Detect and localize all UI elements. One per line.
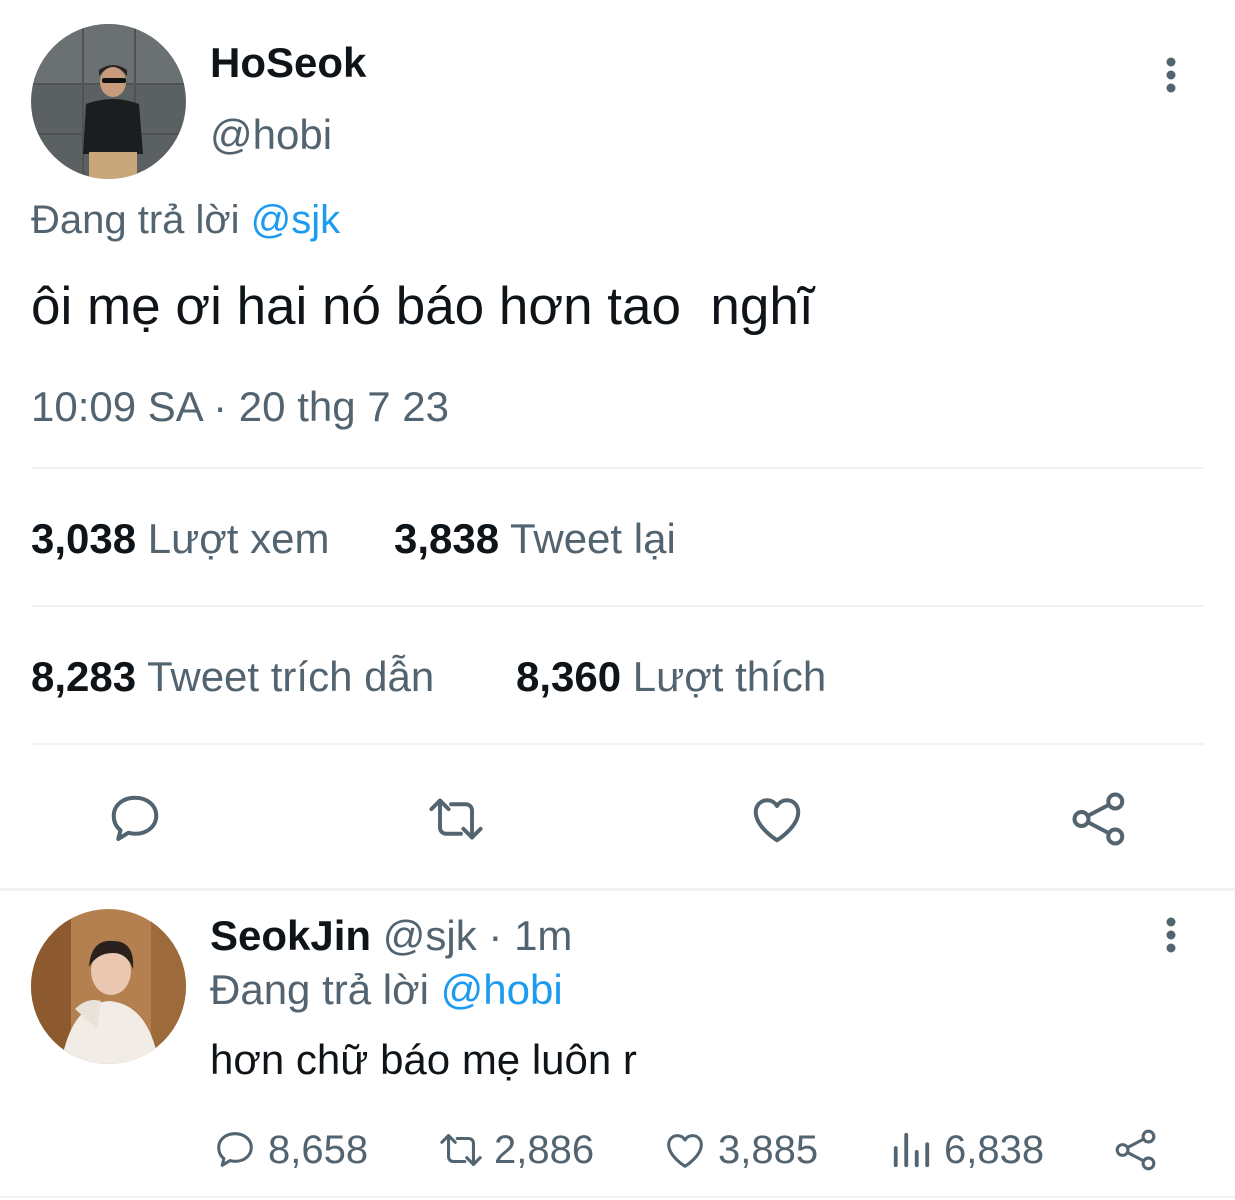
more-options-icon[interactable] [1160,56,1182,96]
reply-author-name[interactable]: SeokJin [210,912,371,959]
reply-views-count: 6,838 [944,1127,1045,1172]
divider [31,467,1204,469]
like-icon[interactable] [747,789,807,849]
divider [31,743,1204,745]
likes-count: 8,360 [516,653,622,700]
reply-separator: · [488,912,503,959]
divider [31,605,1204,607]
views-count: 3,038 [31,515,137,562]
reply-text: hơn chữ báo mẹ luôn r [210,1036,637,1083]
reply-replying-to-line: Đang trả lời @hobi [210,965,563,1015]
likes-label: Lượt thích [632,653,827,700]
reply-likes-button[interactable]: 3,885 [662,1125,818,1175]
author-avatar[interactable] [31,24,186,179]
views-stat: 3,038 Lượt xem [31,514,329,564]
share-icon[interactable] [1068,789,1130,849]
tweet-text: ôi mẹ ơi hai nó báo hơn tao nghĩ [31,277,814,336]
quotes-stat[interactable]: 8,283 Tweet trích dẫn [31,652,434,702]
quotes-label: Tweet trích dẫn [147,653,435,700]
views-icon [890,1127,932,1173]
reply-more-options-icon[interactable] [1160,916,1182,956]
reply-views-button[interactable]: 6,838 [890,1125,1044,1175]
retweet-icon[interactable] [424,789,488,849]
replying-to-handle-link[interactable]: @sjk [251,198,341,242]
bottom-divider [0,1196,1235,1198]
reply-header: SeokJin @sjk · 1m [210,911,572,961]
replying-to-prefix: Đang trả lời [31,198,240,242]
author-name[interactable]: HoSeok [210,38,366,88]
retweets-label: Tweet lại [510,515,676,562]
reply-author-avatar[interactable] [31,909,186,1064]
reply-retweets-count: 2,886 [494,1127,595,1172]
reply-share-icon[interactable] [1112,1127,1160,1173]
reply-replies-button[interactable]: 8,658 [212,1125,368,1175]
reply-icon [212,1127,258,1173]
views-label: Lượt xem [147,515,330,562]
section-separator [0,888,1235,891]
likes-stat[interactable]: 8,360 Lượt thích [516,652,826,702]
quotes-count: 8,283 [31,653,137,700]
replying-to-line: Đang trả lời @sjk [31,195,340,245]
reply-replying-to-prefix: Đang trả lời [210,966,429,1013]
reply-likes-count: 3,885 [718,1127,819,1172]
reply-author-handle[interactable]: @sjk [383,912,477,959]
reply-retweets-button[interactable]: 2,886 [436,1125,594,1175]
author-handle[interactable]: @hobi [210,110,332,160]
retweets-stat[interactable]: 3,838 Tweet lại [394,514,676,564]
reply-icon[interactable] [105,789,165,849]
reply-time[interactable]: 1m [514,912,572,959]
retweets-count: 3,838 [394,515,500,562]
retweet-icon [436,1127,486,1173]
like-icon [662,1127,708,1173]
reply-replying-to-handle-link[interactable]: @hobi [441,966,563,1013]
tweet-timestamp[interactable]: 10:09 SA · 20 thg 7 23 [31,382,449,432]
reply-replies-count: 8,658 [268,1127,369,1172]
